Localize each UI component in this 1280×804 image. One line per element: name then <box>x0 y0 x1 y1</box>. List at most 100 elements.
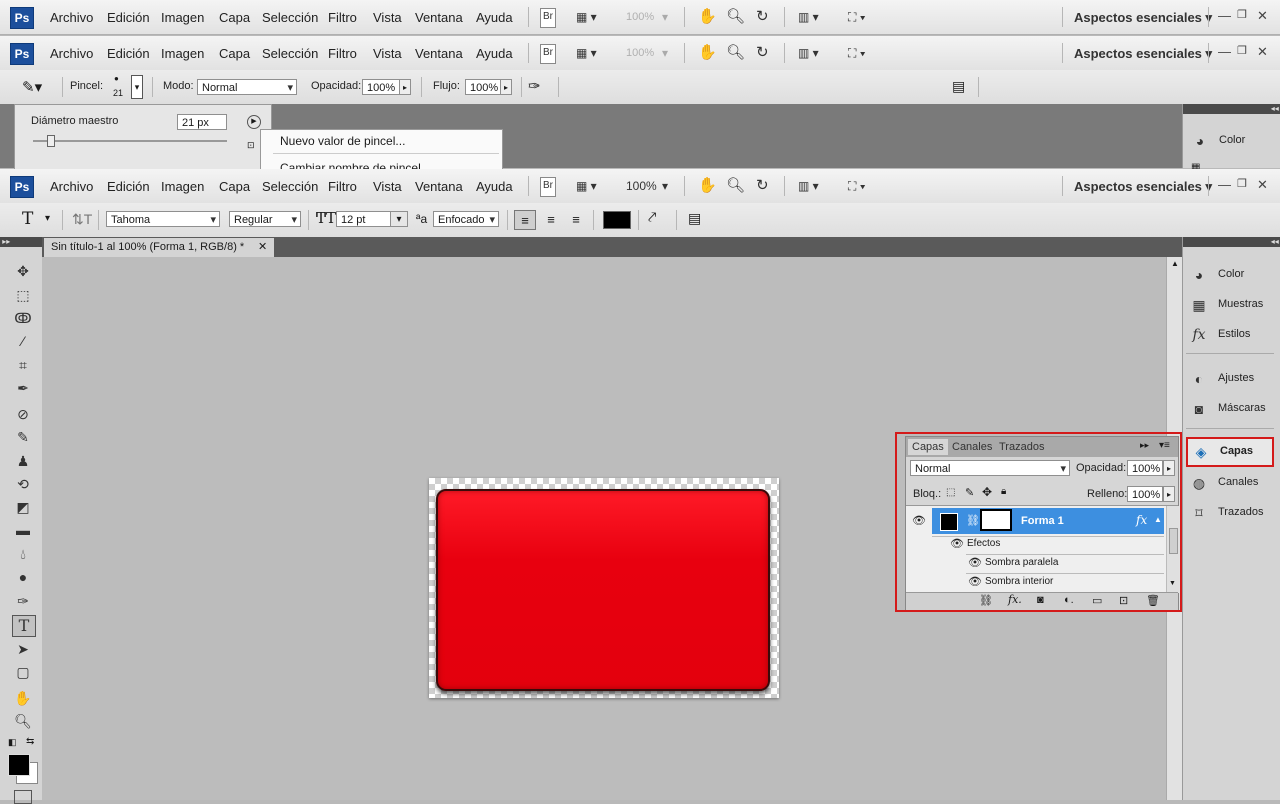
tab-channels[interactable]: Canales <box>948 439 996 455</box>
dock-collapse-icon[interactable]: ◂◂ <box>1183 237 1280 247</box>
lasso-tool-icon[interactable]: ↂ <box>12 308 34 328</box>
fill-input[interactable]: 100% <box>1127 486 1163 502</box>
lock-all-icon[interactable]: 🔒︎ <box>1001 486 1006 497</box>
lock-position-icon[interactable]: ✥ <box>982 485 992 499</box>
history-brush-tool-icon[interactable]: ⟲ <box>12 474 34 494</box>
menu-archivo[interactable]: Archivo <box>50 179 93 194</box>
restore-icon[interactable]: ❐ <box>1237 8 1247 21</box>
effect-inner-shadow[interactable]: Sombra interior <box>985 576 1053 587</box>
lock-transparency-icon[interactable]: ⬚ <box>946 487 955 498</box>
arrange-documents-icon[interactable]: ▥ ▾ <box>798 177 819 195</box>
menu-filtro[interactable]: Filtro <box>328 46 357 61</box>
add-layer-style-icon[interactable]: fx. <box>1008 593 1022 606</box>
delete-layer-icon[interactable]: 🗑︎ <box>1146 594 1160 607</box>
opacity-input[interactable]: 100% <box>362 79 400 95</box>
menu-edicion[interactable]: Edición <box>107 10 150 25</box>
layer-fx-icon[interactable]: fx <box>1136 513 1147 527</box>
rotate-view-icon[interactable]: ↻ <box>756 8 769 26</box>
menu-imagen[interactable]: Imagen <box>161 10 204 25</box>
dock-collapse-icon[interactable]: ◂◂ <box>1183 104 1280 114</box>
collapse-effects-icon[interactable]: ▲ <box>1154 515 1162 524</box>
link-icon[interactable]: ⛓ <box>966 514 980 527</box>
minimize-icon[interactable]: — <box>1218 44 1231 59</box>
mini-bridge-icon[interactable]: ▦ ▾ <box>576 44 597 62</box>
align-center-icon[interactable]: ≡ <box>541 210 561 230</box>
text-orientation-icon[interactable]: ⇅T <box>72 211 92 228</box>
eraser-tool-icon[interactable]: ◩ <box>12 497 34 517</box>
panel-color-top[interactable]: ◕ Color <box>1187 128 1277 154</box>
bridge-button[interactable]: Br <box>540 8 556 28</box>
dodge-tool-icon[interactable]: ● <box>12 567 34 587</box>
zoom-icon[interactable]: 🔍︎ <box>726 177 745 195</box>
panel-swatches[interactable]: ▦ Muestras <box>1186 292 1276 318</box>
flow-input[interactable]: 100% <box>465 79 501 95</box>
type-tool-icon[interactable]: T <box>12 615 36 637</box>
crop-tool-icon[interactable]: ⌗ <box>12 355 34 375</box>
mini-bridge-icon[interactable]: ▦ ▾ <box>576 8 597 26</box>
screen-mode-icon[interactable]: ⛶ ▾ <box>848 177 866 195</box>
eyedropper-tool-icon[interactable]: ✒ <box>12 378 34 398</box>
menu-ventana[interactable]: Ventana <box>415 10 463 25</box>
panel-layers[interactable]: ◈ Capas <box>1186 437 1274 467</box>
menu-ventana[interactable]: Ventana <box>415 46 463 61</box>
marquee-tool-icon[interactable]: ⬚ <box>12 285 34 305</box>
lock-pixels-icon[interactable]: ✎ <box>965 486 974 499</box>
layer-opacity-input[interactable]: 100% <box>1127 460 1163 476</box>
workspace-switcher[interactable]: Aspectos esenciales ▾ <box>1074 46 1212 62</box>
menu-filtro[interactable]: Filtro <box>328 179 357 194</box>
blur-tool-icon[interactable]: 💧︎ <box>12 544 34 564</box>
tab-layers[interactable]: Capas <box>908 439 948 455</box>
menu-imagen[interactable]: Imagen <box>161 179 204 194</box>
layer-visibility-eye-icon[interactable]: 👁︎ <box>912 514 926 527</box>
font-family-select[interactable]: Tahoma <box>106 211 220 228</box>
brush-tool-icon[interactable]: ✎ <box>12 427 34 447</box>
app-logo[interactable]: Ps <box>10 176 34 198</box>
drop-shadow-visibility-eye-icon[interactable]: 👁︎ <box>968 556 982 569</box>
panel-styles[interactable]: fx Estilos <box>1186 322 1276 348</box>
layers-scrollbar[interactable]: ▼ <box>1166 506 1179 593</box>
document-canvas[interactable] <box>429 478 779 698</box>
close-icon[interactable]: ✕ <box>1257 44 1268 60</box>
airbrush-icon[interactable]: ✑ <box>528 77 541 95</box>
close-icon[interactable]: ✕ <box>1257 177 1268 193</box>
chevron-down-icon[interactable]: ▾ <box>45 213 50 224</box>
tab-paths[interactable]: Trazados <box>995 439 1048 455</box>
clone-stamp-tool-icon[interactable]: ♟ <box>12 451 34 471</box>
menu-ayuda[interactable]: Ayuda <box>476 179 513 194</box>
layer-row-forma-1[interactable]: ⛓ Forma 1 fx ▲ <box>932 508 1164 534</box>
panel-adjustments[interactable]: ◐ Ajustes <box>1186 366 1276 392</box>
opacity-slider-button[interactable]: ▸ <box>1163 460 1175 476</box>
menu-vista[interactable]: Vista <box>373 179 402 194</box>
swap-colors-icon[interactable]: ⇆ <box>26 736 34 747</box>
opacity-slider-button[interactable]: ▸ <box>399 79 411 95</box>
screen-mode-icon[interactable]: ⛶ ▾ <box>848 44 866 62</box>
brush-panel-icon[interactable]: ▤ <box>952 78 965 95</box>
shape-tool-icon[interactable]: ▢ <box>12 662 34 682</box>
vector-mask-thumbnail[interactable] <box>980 509 1012 531</box>
blend-mode-select[interactable]: Normal <box>910 460 1070 477</box>
panel-masks[interactable]: ◙ Máscaras <box>1186 396 1276 422</box>
layers-scrollbar-thumb[interactable] <box>1169 528 1178 554</box>
chevron-down-icon[interactable]: ▾ <box>390 211 408 227</box>
menu-capa[interactable]: Capa <box>219 46 250 61</box>
new-group-icon[interactable]: ▭ <box>1092 594 1102 607</box>
hand-icon[interactable]: ✋ <box>698 8 717 26</box>
menu-ayuda[interactable]: Ayuda <box>476 10 513 25</box>
diameter-slider-thumb[interactable] <box>47 135 55 147</box>
panel-collapse-icon[interactable]: ▸▸ <box>1140 440 1149 451</box>
foreground-color-swatch[interactable] <box>8 754 30 776</box>
red-rounded-rectangle-shape[interactable] <box>436 489 770 691</box>
scroll-down-icon[interactable]: ▼ <box>1169 580 1176 587</box>
brush-tool-icon[interactable]: ✎▾ <box>22 78 42 96</box>
scroll-up-icon[interactable]: ▲ <box>1171 259 1179 268</box>
arrange-documents-icon[interactable]: ▥ ▾ <box>798 44 819 62</box>
bridge-button[interactable]: Br <box>540 44 556 64</box>
zoom-icon[interactable]: 🔍︎ <box>726 44 745 62</box>
menu-vista[interactable]: Vista <box>373 46 402 61</box>
default-colors-icon[interactable]: ◧ <box>8 737 17 748</box>
workspace-switcher[interactable]: Aspectos esenciales ▾ <box>1074 179 1212 195</box>
new-layer-icon[interactable]: ⊡ <box>1119 594 1128 607</box>
chevron-down-icon[interactable]: ▾ <box>662 177 668 195</box>
screen-mode-icon[interactable]: ⛶ ▾ <box>848 8 866 26</box>
quick-selection-tool-icon[interactable]: ⁄ <box>12 331 34 351</box>
